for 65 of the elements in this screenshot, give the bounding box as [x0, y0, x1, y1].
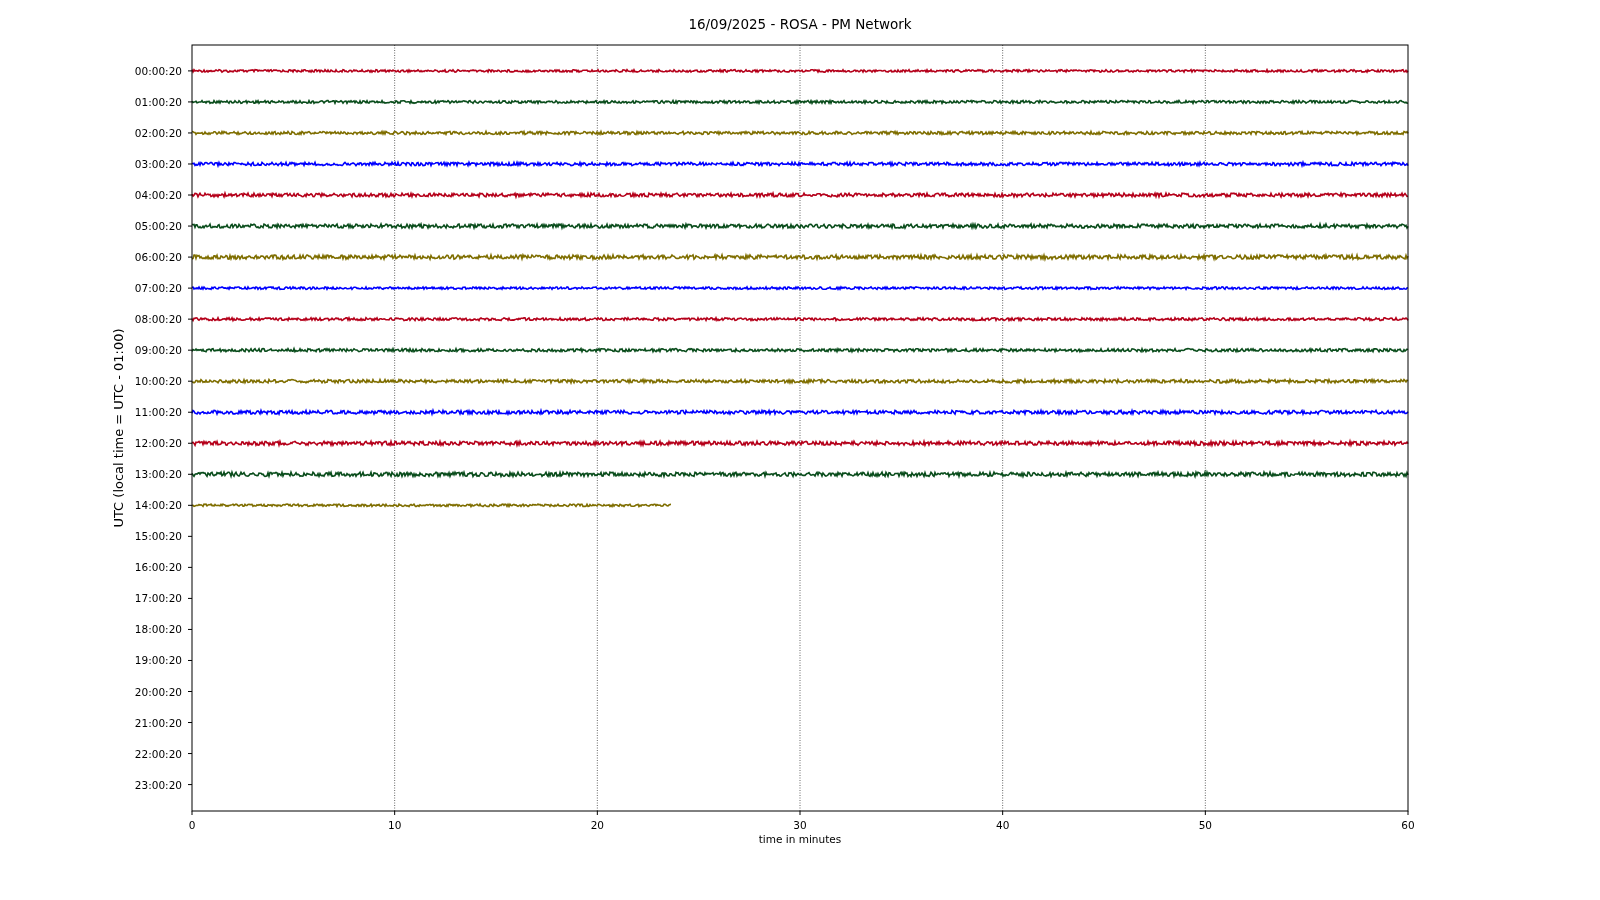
- y-tick-label: 18:00:20: [134, 623, 182, 636]
- x-tick-label: 40: [996, 819, 1010, 831]
- y-tick-label: 09:00:20: [134, 344, 182, 357]
- tick-mark: [187, 225, 193, 227]
- tick-mark: [187, 504, 193, 506]
- y-tick-label: 20:00:20: [134, 685, 182, 698]
- tick-mark: [187, 691, 193, 692]
- y-tick-label: 06:00:20: [134, 251, 182, 264]
- tick-mark: [187, 287, 193, 289]
- tick-mark: [187, 784, 193, 786]
- tick-mark: [187, 659, 193, 661]
- tick-mark: [187, 566, 193, 568]
- tick-mark: [1002, 810, 1004, 816]
- y-tick-label: 08:00:20: [134, 313, 182, 326]
- y-tick-label: 16:00:20: [134, 561, 182, 574]
- y-tick-label: 10:00:20: [134, 375, 182, 388]
- x-tick-label: 20: [590, 819, 604, 831]
- tick-mark: [394, 810, 396, 816]
- tick-mark: [187, 101, 193, 103]
- tick-mark: [187, 722, 193, 724]
- tick-mark: [187, 70, 193, 72]
- y-tick-label: 15:00:20: [134, 530, 182, 543]
- tick-mark: [187, 380, 193, 382]
- tick-mark: [187, 753, 193, 755]
- y-tick-label: 17:00:20: [134, 592, 182, 605]
- x-tick-label: 50: [1198, 819, 1212, 831]
- tick-mark: [187, 132, 193, 134]
- tick-mark: [187, 256, 193, 258]
- x-tick-label: 60: [1401, 819, 1415, 831]
- tick-mark: [187, 163, 193, 165]
- y-tick-label: 07:00:20: [134, 282, 182, 295]
- tick-mark: [187, 318, 193, 320]
- tick-mark: [187, 442, 193, 444]
- y-tick-label: 13:00:20: [134, 468, 182, 481]
- y-tick-label: 01:00:20: [134, 95, 182, 108]
- y-tick-label: 23:00:20: [134, 778, 182, 791]
- tick-mark: [596, 810, 598, 816]
- y-tick-label: 22:00:20: [134, 747, 182, 760]
- x-tick-label: 30: [793, 819, 807, 831]
- y-tick-label: 21:00:20: [134, 716, 182, 729]
- tick-mark: [187, 194, 193, 196]
- y-axis-label: UTC (local time = UTC - 01:00): [111, 328, 126, 528]
- y-tick-label: 03:00:20: [134, 158, 182, 170]
- y-tick-label: 05:00:20: [134, 220, 182, 233]
- x-axis-label: time in minutes: [758, 833, 842, 845]
- tick-mark: [191, 810, 193, 816]
- x-tick-label: 0: [188, 819, 196, 831]
- y-tick-label: 11:00:20: [134, 406, 182, 419]
- tick-mark: [1204, 810, 1206, 816]
- tick-mark: [187, 473, 193, 475]
- y-tick-label: 14:00:20: [134, 499, 182, 512]
- tick-mark: [187, 349, 193, 351]
- tick-mark: [187, 535, 193, 537]
- y-tick-label: 04:00:20: [134, 189, 182, 201]
- y-tick-label: 00:00:20: [134, 64, 182, 77]
- tick-mark: [187, 597, 193, 599]
- y-tick-label: 12:00:20: [134, 437, 182, 450]
- tick-mark: [1407, 810, 1409, 816]
- tick-mark: [187, 628, 193, 630]
- tick-mark: [187, 411, 193, 413]
- x-tick-label: 10: [388, 819, 402, 831]
- y-tick-label: 02:00:20: [134, 126, 182, 139]
- chart-title: 16/09/2025 - ROSA - PM Network: [688, 16, 912, 32]
- tick-mark: [799, 810, 801, 816]
- y-tick-label: 19:00:20: [134, 654, 182, 667]
